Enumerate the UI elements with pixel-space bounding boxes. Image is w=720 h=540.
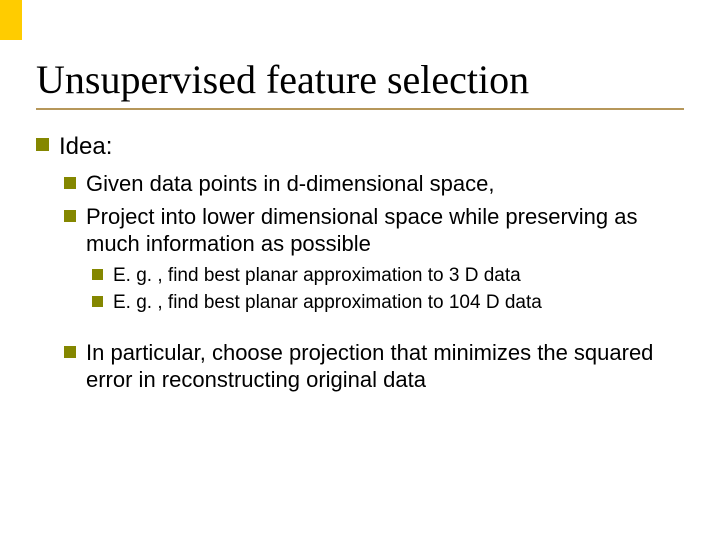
list-item-text: Project into lower dimensional space whi… <box>86 204 684 258</box>
accent-bar <box>0 0 22 40</box>
square-bullet-icon <box>64 177 76 189</box>
list-item-text: E. g. , find best planar approximation t… <box>113 264 684 287</box>
list-item: In particular, choose projection that mi… <box>64 340 684 394</box>
list-item: E. g. , find best planar approximation t… <box>92 291 684 314</box>
list-item-text: In particular, choose projection that mi… <box>86 340 684 394</box>
square-bullet-icon <box>92 296 103 307</box>
square-bullet-icon <box>36 138 49 151</box>
slide-body: Idea: Given data points in d-dimensional… <box>36 132 684 400</box>
list-item: Given data points in d-dimensional space… <box>64 171 684 198</box>
list-item: E. g. , find best planar approximation t… <box>92 264 684 287</box>
list-item: Idea: <box>36 132 684 161</box>
square-bullet-icon <box>64 346 76 358</box>
list-item-text: Given data points in d-dimensional space… <box>86 171 684 198</box>
list-item: Project into lower dimensional space whi… <box>64 204 684 258</box>
square-bullet-icon <box>92 269 103 280</box>
spacer <box>36 318 684 340</box>
slide: Unsupervised feature selection Idea: Giv… <box>0 0 720 540</box>
slide-title: Unsupervised feature selection <box>36 56 529 103</box>
title-underline <box>36 108 684 110</box>
square-bullet-icon <box>64 210 76 222</box>
list-item-text: E. g. , find best planar approximation t… <box>113 291 684 314</box>
list-item-text: Idea: <box>59 132 684 161</box>
